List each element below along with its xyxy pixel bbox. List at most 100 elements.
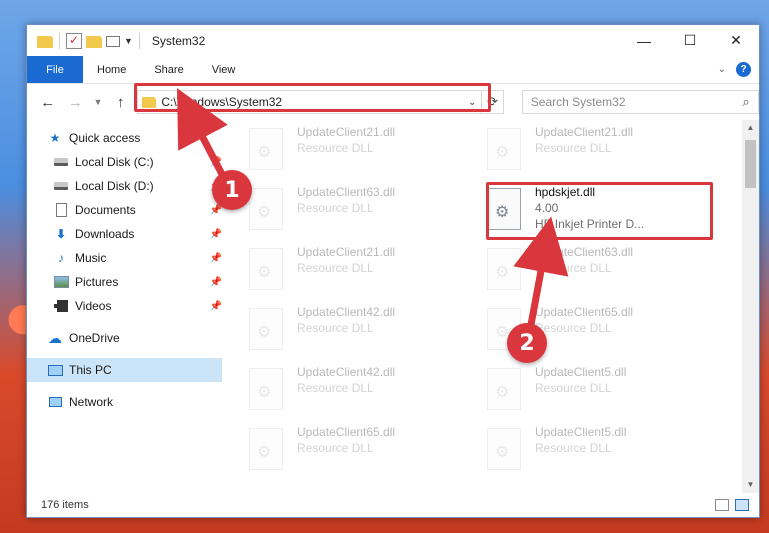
sidebar-item-onedrive[interactable]: ☁ OneDrive	[27, 326, 222, 350]
drive-icon	[54, 158, 68, 166]
new-folder-icon[interactable]	[86, 35, 102, 48]
file-item[interactable]: UpdateClient21.dll Resource DLL	[249, 244, 479, 300]
sidebar-item-local-disk-c[interactable]: Local Disk (C:) 📌	[27, 150, 222, 174]
sidebar-item-quick-access[interactable]: ★ Quick access	[27, 126, 222, 150]
sidebar-item-local-disk-d[interactable]: Local Disk (D:) 📌	[27, 174, 222, 198]
pin-icon[interactable]: 📌	[210, 229, 222, 240]
file-item[interactable]: UpdateClient65.dll Resource DLL	[249, 424, 479, 480]
forward-button[interactable]: →	[65, 91, 87, 113]
sidebar-item-label: Local Disk (C:)	[75, 155, 154, 169]
dll-file-icon	[249, 368, 283, 410]
details-view-icon[interactable]	[715, 499, 729, 511]
sidebar-item-this-pc[interactable]: This PC	[27, 358, 222, 382]
sidebar-item-videos[interactable]: Videos 📌	[27, 294, 222, 318]
search-icon[interactable]: ⌕	[734, 94, 758, 110]
file-item[interactable]: UpdateClient42.dll Resource DLL	[249, 364, 479, 420]
sidebar-item-label: Pictures	[75, 275, 119, 289]
file-description: Resource DLL	[535, 441, 612, 455]
navigation-pane: ★ Quick access Local Disk (C:) 📌 Local D…	[27, 120, 223, 493]
title-bar: ▼ System32 — ☐ ✕	[27, 25, 759, 56]
properties-icon[interactable]	[66, 32, 82, 49]
document-icon	[55, 203, 67, 217]
expand-ribbon-chevron-icon[interactable]: ⌄	[718, 64, 726, 75]
search-box[interactable]: ⌕	[521, 90, 759, 114]
file-view: UpdateClient21.dll Resource DLL UpdateCli…	[223, 120, 759, 493]
tab-file[interactable]: File	[27, 56, 83, 83]
view-switcher	[715, 499, 759, 511]
file-description: Resource DLL	[535, 381, 612, 395]
file-item[interactable]: UpdateClient21.dll Resource DLL	[249, 124, 479, 180]
scroll-up-arrow-icon[interactable]: ▲	[742, 120, 759, 136]
scrollbar-thumb[interactable]	[745, 140, 756, 188]
sidebar-item-music[interactable]: ♪ Music 📌	[27, 246, 222, 270]
sidebar-item-downloads[interactable]: ⬇ Downloads 📌	[27, 222, 222, 246]
file-item[interactable]: UpdateClient63.dll Resource DLL	[249, 184, 479, 240]
sidebar-item-documents[interactable]: Documents 📌	[27, 198, 222, 222]
file-item[interactable]: UpdateClient21.dll Resource DLL	[487, 124, 717, 180]
pin-icon[interactable]: 📌	[210, 301, 222, 312]
dll-file-icon	[487, 368, 521, 410]
vertical-scrollbar[interactable]: ▲ ▼	[742, 120, 759, 493]
dll-file-icon	[249, 128, 283, 170]
file-item[interactable]: UpdateClient63.dll Resource DLL	[487, 244, 717, 300]
scroll-down-arrow-icon[interactable]: ▼	[742, 477, 759, 493]
file-name: UpdateClient65.dll	[297, 425, 396, 439]
search-input[interactable]	[530, 95, 734, 109]
window-controls: — ☐ ✕	[621, 25, 759, 56]
tab-home[interactable]: Home	[83, 56, 140, 83]
file-description: Resource DLL	[297, 381, 374, 395]
pictures-icon	[53, 276, 69, 288]
dll-file-icon	[249, 428, 283, 470]
rename-icon[interactable]	[106, 36, 120, 47]
dll-file-icon	[249, 248, 283, 290]
file-name: UpdateClient63.dll	[535, 245, 634, 259]
file-item[interactable]: UpdateClient5.dll Resource DLL	[487, 424, 717, 480]
sidebar-item-pictures[interactable]: Pictures 📌	[27, 270, 222, 294]
recent-locations-dropdown[interactable]: ▼	[92, 91, 104, 113]
folder-icon	[37, 35, 53, 48]
dll-file-icon	[249, 308, 283, 350]
file-description: Resource DLL	[297, 201, 374, 215]
dll-file-icon	[249, 188, 283, 230]
step-1-callout: 1	[212, 170, 252, 210]
file-description: Resource DLL	[297, 441, 374, 455]
sidebar-item-label: Videos	[75, 299, 112, 313]
item-count: 176 items	[41, 499, 89, 511]
back-button[interactable]: ←	[37, 91, 59, 113]
file-description: Resource DLL	[297, 141, 374, 155]
file-item[interactable]: UpdateClient5.dll Resource DLL	[487, 364, 717, 420]
sidebar-item-label: Downloads	[75, 227, 135, 241]
pin-icon[interactable]: 📌	[210, 253, 222, 264]
file-description: Resource DLL	[297, 261, 374, 275]
music-icon: ♪	[58, 251, 64, 265]
file-name: UpdateClient5.dll	[535, 425, 627, 439]
pin-icon[interactable]: 📌	[210, 277, 222, 288]
up-button[interactable]: ↑	[110, 91, 132, 113]
status-bar: 176 items	[27, 493, 759, 517]
minimize-button[interactable]: —	[621, 25, 667, 56]
video-icon	[54, 300, 68, 312]
help-icon[interactable]: ?	[736, 62, 751, 77]
file-name: UpdateClient65.dll	[535, 305, 634, 319]
file-description: Resource DLL	[535, 261, 612, 275]
file-description: Resource DLL	[297, 321, 374, 335]
tab-view[interactable]: View	[198, 56, 250, 83]
dll-file-icon	[487, 128, 521, 170]
pin-icon[interactable]: 📌	[210, 157, 222, 168]
tiles-view-icon[interactable]	[735, 499, 749, 511]
tab-share[interactable]: Share	[140, 56, 197, 83]
cloud-icon: ☁	[48, 329, 62, 346]
close-button[interactable]: ✕	[713, 25, 759, 56]
file-name: UpdateClient42.dll	[297, 365, 396, 379]
dll-file-icon	[487, 248, 521, 290]
file-item[interactable]: UpdateClient42.dll Resource DLL	[249, 304, 479, 360]
sidebar-item-label: Documents	[75, 203, 136, 217]
maximize-button[interactable]: ☐	[667, 25, 713, 56]
sidebar-item-network[interactable]: Network	[27, 390, 222, 414]
download-icon: ⬇	[55, 227, 67, 241]
file-name: UpdateClient42.dll	[297, 305, 396, 319]
file-description: Resource DLL	[535, 321, 612, 335]
toolbar-divider	[59, 32, 60, 49]
file-name: UpdateClient5.dll	[535, 365, 627, 379]
customize-toolbar-dropdown[interactable]: ▼	[124, 36, 133, 46]
